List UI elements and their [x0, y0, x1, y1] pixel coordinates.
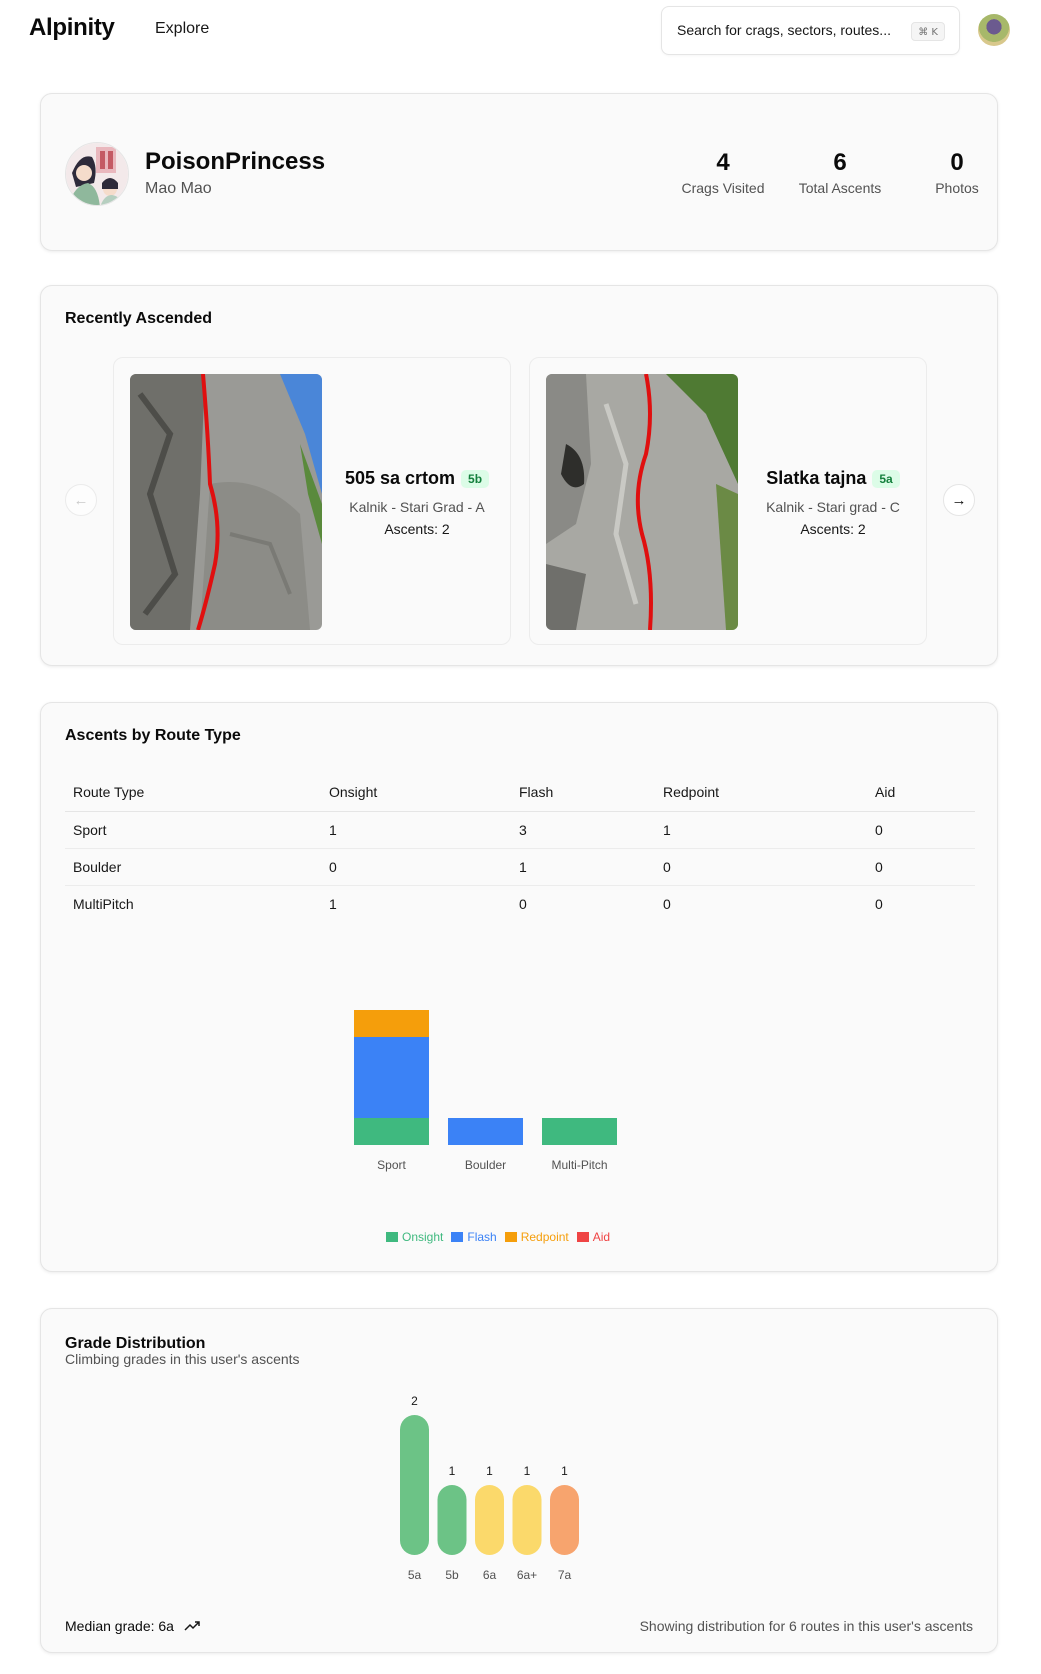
- legend-item[interactable]: Flash: [451, 1230, 497, 1244]
- stat-label: Crags Visited: [681, 180, 765, 196]
- grade-bar: [400, 1415, 429, 1555]
- grade-chart: 2 5a 1 5b 1 6a 1 6a+ 1 7a: [400, 1394, 579, 1582]
- grade-bar: [550, 1485, 579, 1555]
- user-menu-avatar[interactable]: [978, 14, 1010, 46]
- bar-onsight: [542, 1118, 617, 1145]
- nav-explore-link[interactable]: Explore: [155, 20, 209, 38]
- stat-value: 6: [833, 149, 847, 176]
- route-name: Slatka tajna: [766, 468, 867, 488]
- stat-value: 4: [716, 149, 730, 176]
- route-info: Slatka tajna 5a Kalnik - Stari grad - C A…: [738, 468, 928, 537]
- carousel-prev-button[interactable]: ←: [65, 484, 97, 516]
- carousel-next-button[interactable]: →: [943, 484, 975, 516]
- legend-label: Flash: [467, 1230, 497, 1244]
- x-tick-label: 6a: [483, 1568, 497, 1582]
- legend-swatch: [576, 1232, 589, 1242]
- grade-badge: 5b: [461, 469, 490, 488]
- ascents-by-type-card: Ascents by Route Type Route Type Onsight…: [40, 702, 998, 1272]
- legend-swatch: [386, 1232, 398, 1242]
- bar-flash: [448, 1118, 523, 1145]
- top-nav: Alpinity Explore Search for crags, secto…: [0, 0, 1041, 62]
- profile-username: PoisonPrincess: [145, 148, 326, 175]
- grade-badge: 5a: [872, 469, 900, 488]
- bar-value-label: 1: [486, 1464, 493, 1478]
- route-name: 505 sa crtom: [344, 468, 456, 488]
- stat-total-ascents: 6 Total Ascents: [780, 149, 900, 197]
- bar-value-label: 2: [411, 1394, 418, 1408]
- grade-distribution-card: Grade Distribution Climbing grades in th…: [40, 1308, 998, 1653]
- stat-label: Total Ascents: [798, 180, 882, 196]
- route-info: 505 sa crtom 5b Kalnik - Stari Grad - A A…: [322, 468, 512, 537]
- profile-avatar: [65, 142, 129, 206]
- app-logo[interactable]: Alpinity: [29, 14, 115, 42]
- bar-redpoint: [354, 1010, 429, 1037]
- stat-value: 0: [950, 149, 964, 176]
- bar-value-label: 1: [524, 1464, 531, 1478]
- route-card[interactable]: Slatka tajna 5a Kalnik - Stari grad - C A…: [529, 357, 927, 645]
- section-title: Recently Ascended: [65, 310, 213, 327]
- legend-swatch: [451, 1232, 464, 1242]
- profile-real-name: Mao Mao: [145, 180, 212, 197]
- median-grade-text: Median grade: 6a: [65, 1618, 174, 1634]
- x-tick-label: 5b: [445, 1568, 459, 1582]
- trending-up-icon: [184, 1619, 200, 1635]
- grade-bar: [437, 1485, 467, 1555]
- grade-bar: [475, 1485, 504, 1555]
- distribution-note: Showing distribution for 6 routes in thi…: [639, 1618, 973, 1634]
- legend-label: Onsight: [402, 1230, 444, 1244]
- legend-item[interactable]: Redpoint: [504, 1230, 569, 1244]
- bar-onsight: [354, 1118, 429, 1145]
- bar-value-label: 1: [449, 1464, 456, 1478]
- search-input[interactable]: Search for crags, sectors, routes... ⌘ K: [661, 6, 960, 55]
- stat-crags-visited: 4 Crags Visited: [663, 149, 783, 197]
- x-tick-label: 7a: [558, 1568, 572, 1582]
- bar-value-label: 1: [561, 1464, 568, 1478]
- profile-card: PoisonPrincess Mao Mao 4 Crags Visited 6…: [40, 93, 998, 251]
- legend-label: Aid: [592, 1230, 611, 1244]
- search-placeholder: Search for crags, sectors, routes...: [677, 22, 891, 38]
- route-card[interactable]: 505 sa crtom 5b Kalnik - Stari Grad - A A…: [113, 357, 511, 645]
- x-tick-label: Multi-Pitch: [551, 1158, 607, 1172]
- route-photo: [130, 374, 322, 630]
- x-tick-label: 5a: [408, 1568, 422, 1582]
- stat-label: Photos: [935, 180, 979, 196]
- grade-bar: [512, 1485, 542, 1555]
- legend-swatch: [504, 1232, 517, 1242]
- x-tick-label: 6a+: [517, 1568, 537, 1582]
- route-photo: [546, 374, 738, 630]
- route-location: Kalnik - Stari Grad - A: [349, 499, 485, 515]
- route-ascents: Ascents: 2: [800, 521, 866, 537]
- x-tick-label: Sport: [377, 1158, 406, 1172]
- bar-flash: [354, 1037, 429, 1118]
- arrow-right-icon: →: [951, 491, 967, 509]
- stat-photos: 0 Photos: [897, 149, 1017, 197]
- legend-item[interactable]: Aid: [576, 1230, 611, 1244]
- route-ascents: Ascents: 2: [384, 521, 450, 537]
- arrow-left-icon: ←: [73, 491, 89, 509]
- route-location: Kalnik - Stari grad - C: [766, 499, 900, 515]
- legend-item[interactable]: Onsight: [386, 1230, 443, 1244]
- legend-label: Redpoint: [520, 1230, 569, 1244]
- recently-ascended-card: Recently Ascended ← 505 sa crtom 5b Kalni…: [40, 285, 998, 666]
- keyboard-shortcut-badge: ⌘ K: [911, 22, 945, 41]
- x-tick-label: Boulder: [465, 1158, 506, 1172]
- route-type-chart: Sport Boulder Multi-Pitch: [354, 1010, 617, 1172]
- median-grade: Median grade: 6a: [65, 1618, 200, 1635]
- chart-legend: Onsight Flash Redpoint Aid: [386, 1230, 610, 1244]
